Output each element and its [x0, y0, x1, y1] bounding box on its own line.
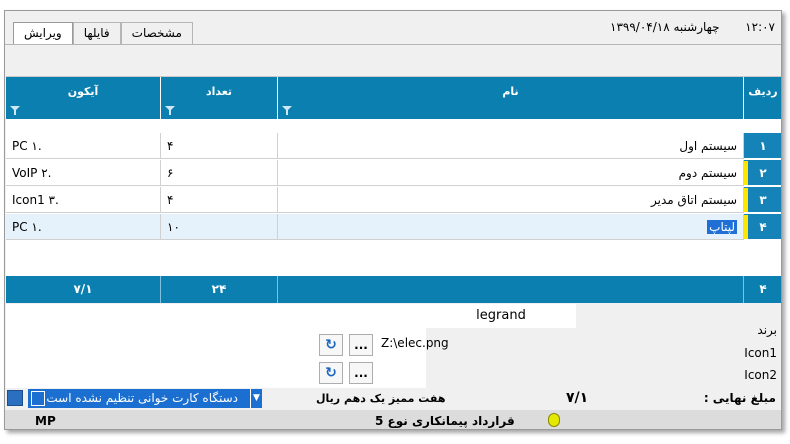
column-header-count-label: تعداد	[205, 85, 233, 98]
cell-icon[interactable]: PC ۱.	[6, 214, 161, 240]
contract-type: قرارداد پیمانکاری نوع 5	[375, 414, 515, 428]
footer-row-count: ۴	[759, 282, 767, 296]
card-reader-status: دستگاه کارت خوانی تنظیم نشده است	[46, 391, 238, 405]
icon1-label: Icon1	[744, 346, 777, 360]
brand-value[interactable]: legrand	[426, 304, 576, 328]
tab-files[interactable]: فایلها	[72, 22, 121, 44]
column-header-row[interactable]: ردیف	[744, 77, 781, 119]
date-label: چهارشنبه ۱۳۹۹/۰۴/۱۸	[610, 20, 720, 34]
column-header-row-label: ردیف	[748, 85, 778, 98]
row-number[interactable]: ۴	[744, 214, 781, 240]
top-bar: ۱۲:۰۷ چهارشنبه ۱۳۹۹/۰۴/۱۸ ویرایش فایلها …	[5, 11, 781, 45]
table-row[interactable]: VoIP ۲. ۶ سیستم دوم ۲	[6, 160, 781, 186]
cell-count[interactable]: ۱۰	[161, 214, 278, 240]
table-row[interactable]: Icon1 ۳. ۴ سیستم اتاق مدیر ۳	[6, 187, 781, 213]
grid-footer: ۷/۱ ۲۴ ۴	[6, 276, 781, 303]
row-number[interactable]: ۳	[744, 187, 781, 213]
mp-label: MP	[35, 414, 56, 428]
column-header-name-label: نام	[502, 85, 519, 98]
column-header-name[interactable]: نام	[278, 77, 744, 119]
calculator-icon[interactable]	[7, 390, 23, 406]
refresh-icon-1[interactable]: ↻	[319, 334, 343, 356]
browse-button-2[interactable]: ...	[349, 362, 373, 384]
tab-edit[interactable]: ویرایش	[13, 22, 73, 45]
footer-icon-total: ۷/۱	[6, 276, 161, 303]
filter-icon[interactable]	[282, 106, 292, 115]
icon2-label: Icon2	[744, 368, 777, 382]
chevron-down-icon[interactable]: ▼	[250, 389, 262, 408]
cell-count[interactable]: ۴	[161, 133, 278, 159]
selected-text[interactable]: لپتاپ	[707, 220, 737, 234]
column-header-count[interactable]: تعداد	[161, 77, 278, 119]
table-row-selected[interactable]: PC ۱. ۱۰ لپتاپ ۴	[6, 214, 781, 240]
footer-count-total: ۲۴	[161, 276, 278, 303]
brand-label: برند	[757, 323, 777, 337]
row-marker	[744, 188, 748, 212]
browse-button-1[interactable]: ...	[349, 334, 373, 356]
detail-form: legrand برند ↻ ... Z:\elec.png Icon1 ↻ .…	[6, 304, 781, 390]
footer-name-total	[278, 276, 744, 303]
data-grid: آیکون تعداد نام ردیف PC ۱. ۴ سیستم اول ۱…	[6, 76, 781, 303]
status-bar: دستگاه کارت خوانی تنظیم نشده است ▼ هفت م…	[6, 388, 781, 410]
cell-name[interactable]: سیستم دوم	[278, 160, 744, 186]
column-header-icon-label: آیکون	[67, 85, 99, 98]
amount-label: مبلغ نهایی :	[703, 391, 776, 405]
cell-icon[interactable]: VoIP ۲.	[6, 160, 161, 186]
tab-divider	[5, 44, 781, 45]
card-reader-icon	[31, 391, 45, 406]
row-number[interactable]: ۲	[744, 160, 781, 186]
tab-strip: ویرایش فایلها مشخصات	[13, 22, 193, 45]
filter-icon[interactable]	[165, 106, 175, 115]
cell-count[interactable]: ۶	[161, 160, 278, 186]
table-row[interactable]: PC ۱. ۴ سیستم اول ۱	[6, 133, 781, 159]
cell-icon[interactable]: Icon1 ۳.	[6, 187, 161, 213]
row-number[interactable]: ۱	[744, 133, 781, 159]
icon1-path: Z:\elec.png	[381, 336, 449, 350]
row-marker	[744, 161, 748, 185]
cell-count[interactable]: ۴	[161, 187, 278, 213]
refresh-icon-2[interactable]: ↻	[319, 362, 343, 384]
row-marker	[744, 215, 748, 239]
cell-name[interactable]: سیستم اتاق مدیر	[278, 187, 744, 213]
bulb-icon[interactable]	[548, 413, 560, 427]
cell-icon[interactable]: PC ۱.	[6, 133, 161, 159]
app-window: ۱۲:۰۷ چهارشنبه ۱۳۹۹/۰۴/۱۸ ویرایش فایلها …	[4, 10, 782, 430]
cell-name-editor[interactable]: لپتاپ	[278, 214, 744, 240]
amount-value: ۷/۱	[566, 390, 589, 406]
column-header-icon[interactable]: آیکون	[6, 77, 161, 119]
card-reader-select[interactable]: دستگاه کارت خوانی تنظیم نشده است ▼	[28, 389, 262, 408]
filter-icon[interactable]	[10, 106, 20, 115]
clock: ۱۲:۰۷	[745, 20, 775, 34]
bottom-bar: MP قرارداد پیمانکاری نوع 5	[5, 410, 781, 429]
tab-specs[interactable]: مشخصات	[120, 22, 193, 44]
cell-name[interactable]: سیستم اول	[278, 133, 744, 159]
amount-words: هفت ممیز یک دهم ریال	[316, 392, 446, 405]
